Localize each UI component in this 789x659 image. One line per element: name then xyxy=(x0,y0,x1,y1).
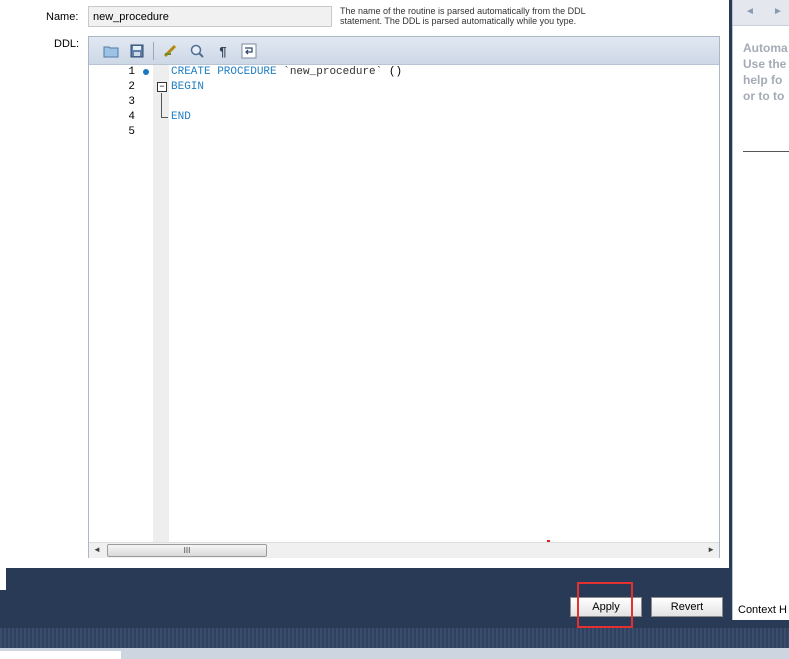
code-line: CREATE PROCEDURE `new_procedure` () xyxy=(171,66,402,81)
routine-editor-panel: Name: The name of the routine is parsed … xyxy=(0,0,729,568)
find-icon[interactable] xyxy=(187,41,207,61)
help-text-line: Automa xyxy=(743,41,788,55)
fold-margin xyxy=(153,65,169,542)
fold-toggle-icon[interactable]: − xyxy=(157,82,167,92)
toolbar-separator xyxy=(153,42,154,60)
help-text-line: help fo xyxy=(743,73,783,87)
code-line: BEGIN xyxy=(171,81,204,96)
help-text-line: Use the xyxy=(743,57,787,71)
save-icon[interactable] xyxy=(127,41,147,61)
back-arrow-icon[interactable]: ◄ xyxy=(745,6,755,17)
editor-toolbar: ¶ xyxy=(89,37,719,65)
code-line: END xyxy=(171,111,191,126)
code-area[interactable]: CREATE PROCEDURE `new_procedure` () BEGI… xyxy=(171,65,717,543)
context-help-panel: ◄ ► Automa Use the help fo or to to Cont… xyxy=(732,0,789,620)
keyword: BEGIN xyxy=(171,81,205,93)
scroll-right-icon[interactable]: ► xyxy=(707,545,715,554)
help-nav-bar: ◄ ► xyxy=(733,0,789,26)
tab-context-help[interactable]: Context H xyxy=(738,604,787,616)
beautify-icon[interactable] xyxy=(161,41,181,61)
forward-arrow-icon[interactable]: ► xyxy=(773,6,783,17)
params: () xyxy=(388,66,403,78)
name-label: Name: xyxy=(46,11,79,23)
bottom-splitter[interactable] xyxy=(0,628,789,648)
revert-button[interactable]: Revert xyxy=(651,597,723,617)
line-number: 1 xyxy=(128,66,135,78)
left-edge xyxy=(0,0,6,590)
line-number: 3 xyxy=(128,96,135,108)
line-number: 2 xyxy=(128,81,135,93)
horizontal-scrollbar[interactable]: ◄ III ► xyxy=(89,542,719,558)
statement-marker-icon[interactable] xyxy=(143,69,149,75)
ddl-label: DDL: xyxy=(54,38,80,50)
show-whitespace-icon[interactable]: ¶ xyxy=(213,41,233,61)
bottom-tab-active[interactable] xyxy=(0,651,121,659)
help-text-line: or to to xyxy=(743,89,785,103)
scroll-thumb[interactable]: III xyxy=(107,544,267,557)
help-divider xyxy=(743,151,789,152)
ddl-editor[interactable]: ¶ 1 2 3 4 5 − CREATE PROCEDURE `new_proc… xyxy=(88,36,720,558)
line-number: 5 xyxy=(128,126,135,138)
name-input[interactable] xyxy=(88,6,332,27)
name-hint: The name of the routine is parsed automa… xyxy=(340,6,586,26)
keyword: END xyxy=(171,111,191,123)
keyword: CREATE PROCEDURE xyxy=(171,66,277,78)
fold-guide xyxy=(161,93,162,118)
help-text: Automa Use the help fo or to to xyxy=(743,40,789,104)
identifier: `new_procedure` xyxy=(283,66,383,78)
scroll-left-icon[interactable]: ◄ xyxy=(93,545,101,554)
line-number-gutter: 1 2 3 4 5 xyxy=(89,65,153,542)
apply-highlight-box xyxy=(577,582,633,628)
line-number: 4 xyxy=(128,111,135,123)
word-wrap-icon[interactable] xyxy=(239,41,259,61)
open-folder-icon[interactable] xyxy=(101,41,121,61)
fold-guide-end xyxy=(161,117,168,118)
